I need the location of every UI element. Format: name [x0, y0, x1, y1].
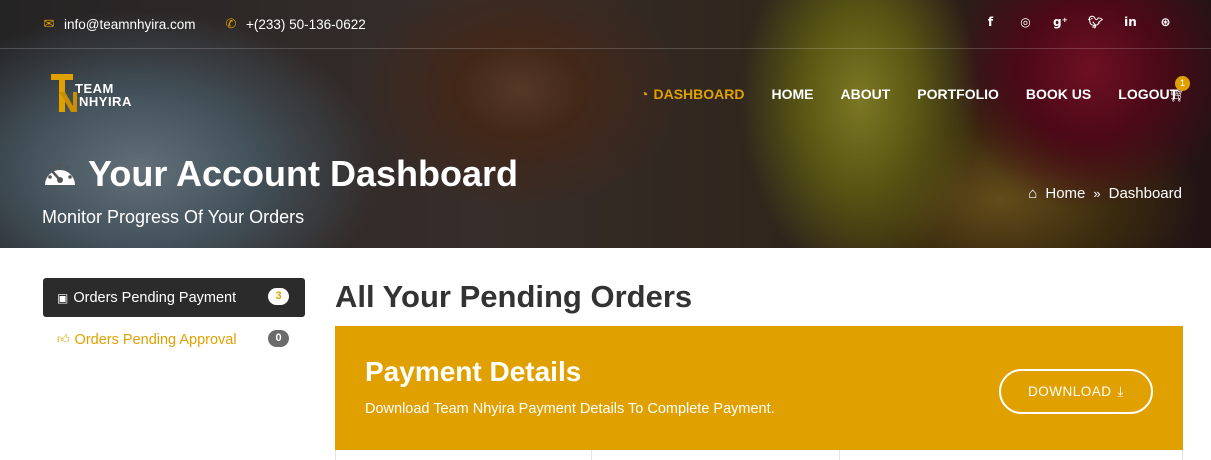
linkedin-icon[interactable]: in [1113, 15, 1148, 29]
breadcrumb-separator-icon: » [1093, 186, 1101, 201]
email-text: info@teamnhyira.com [64, 16, 196, 32]
sidebar-item-orders-pending-payment[interactable]: ▣ Orders Pending Payment 3 [43, 278, 305, 317]
sidebar-item-label: Orders Pending Payment [73, 289, 237, 306]
sidebar-item-label: Orders Pending Approval [74, 331, 237, 348]
dribbble-icon[interactable]: ⊛ [1148, 15, 1183, 29]
instagram-icon[interactable]: ◎ [1008, 15, 1043, 29]
money-icon: ▣ [57, 290, 69, 305]
nav-home[interactable]: HOME [771, 86, 813, 102]
page-subtitle: Monitor Progress Of Your Orders [42, 207, 305, 227]
count-badge: 3 [268, 288, 289, 305]
nav-about[interactable]: ABOUT [840, 86, 890, 102]
page-title: Your Account Dashboard [42, 153, 518, 195]
main-nav: ◔ DASHBOARD HOME ABOUT PORTFOLIO BOOK US… [640, 86, 1205, 102]
logo-text-line2: NHYIRA [79, 94, 132, 109]
breadcrumb-home[interactable]: Home [1045, 185, 1085, 202]
contact-phone[interactable]: ✆ +(233) 50-136-0622 [224, 16, 366, 32]
twitter-icon[interactable]: 🐦︎ [1078, 15, 1113, 29]
social-links: f ◎ g⁺ 🐦︎ in ⊛ [973, 15, 1183, 29]
payment-heading: Payment Details [365, 356, 582, 387]
breadcrumb: ⌂ Home » Dashboard [1028, 185, 1182, 202]
top-bar: ✉ info@teamnhyira.com ✆ +(233) 50-136-06… [0, 0, 1211, 49]
nav-dashboard-label: DASHBOARD [653, 86, 745, 102]
phone-text: +(233) 50-136-0622 [246, 16, 366, 32]
table-column-divider [591, 450, 592, 460]
hero-banner: ✉ info@teamnhyira.com ✆ +(233) 50-136-06… [0, 0, 1211, 248]
section-title: All Your Pending Orders [335, 279, 693, 314]
dashboard-icon: ◔ [640, 86, 649, 102]
download-button[interactable]: DOWNLOAD ⤓ [999, 369, 1153, 414]
site-logo[interactable]: TEAM NHYIRA [51, 74, 141, 114]
nav-portfolio[interactable]: PORTFOLIO [917, 86, 999, 102]
count-badge: 0 [268, 330, 289, 347]
thumbs-up-icon: 👍︎ [57, 332, 70, 346]
download-label: DOWNLOAD [1028, 384, 1112, 399]
page-title-text: Your Account Dashboard [88, 153, 519, 194]
payment-description: Download Team Nhyira Payment Details To … [365, 401, 775, 417]
home-icon: ⌂ [1028, 185, 1038, 202]
phone-icon: ✆ [225, 16, 237, 31]
dashboard-gauge-icon [45, 163, 75, 185]
facebook-icon[interactable]: f [973, 15, 1008, 29]
orders-table-top [335, 450, 1183, 460]
breadcrumb-current: Dashboard [1108, 185, 1182, 202]
contact-email[interactable]: ✉ info@teamnhyira.com [42, 16, 196, 32]
nav-dashboard[interactable]: ◔ DASHBOARD [640, 86, 744, 102]
table-column-divider [839, 450, 840, 460]
cart-count-badge: 1 [1175, 76, 1190, 91]
nav-book-us[interactable]: BOOK US [1026, 86, 1091, 102]
google-plus-icon[interactable]: g⁺ [1043, 15, 1078, 29]
envelope-icon: ✉ [43, 16, 55, 31]
download-icon: ⤓ [1117, 383, 1124, 399]
sidebar-item-orders-pending-approval[interactable]: 👍︎ Orders Pending Approval 0 [43, 320, 305, 359]
payment-details-panel: Payment Details Download Team Nhyira Pay… [335, 326, 1183, 450]
